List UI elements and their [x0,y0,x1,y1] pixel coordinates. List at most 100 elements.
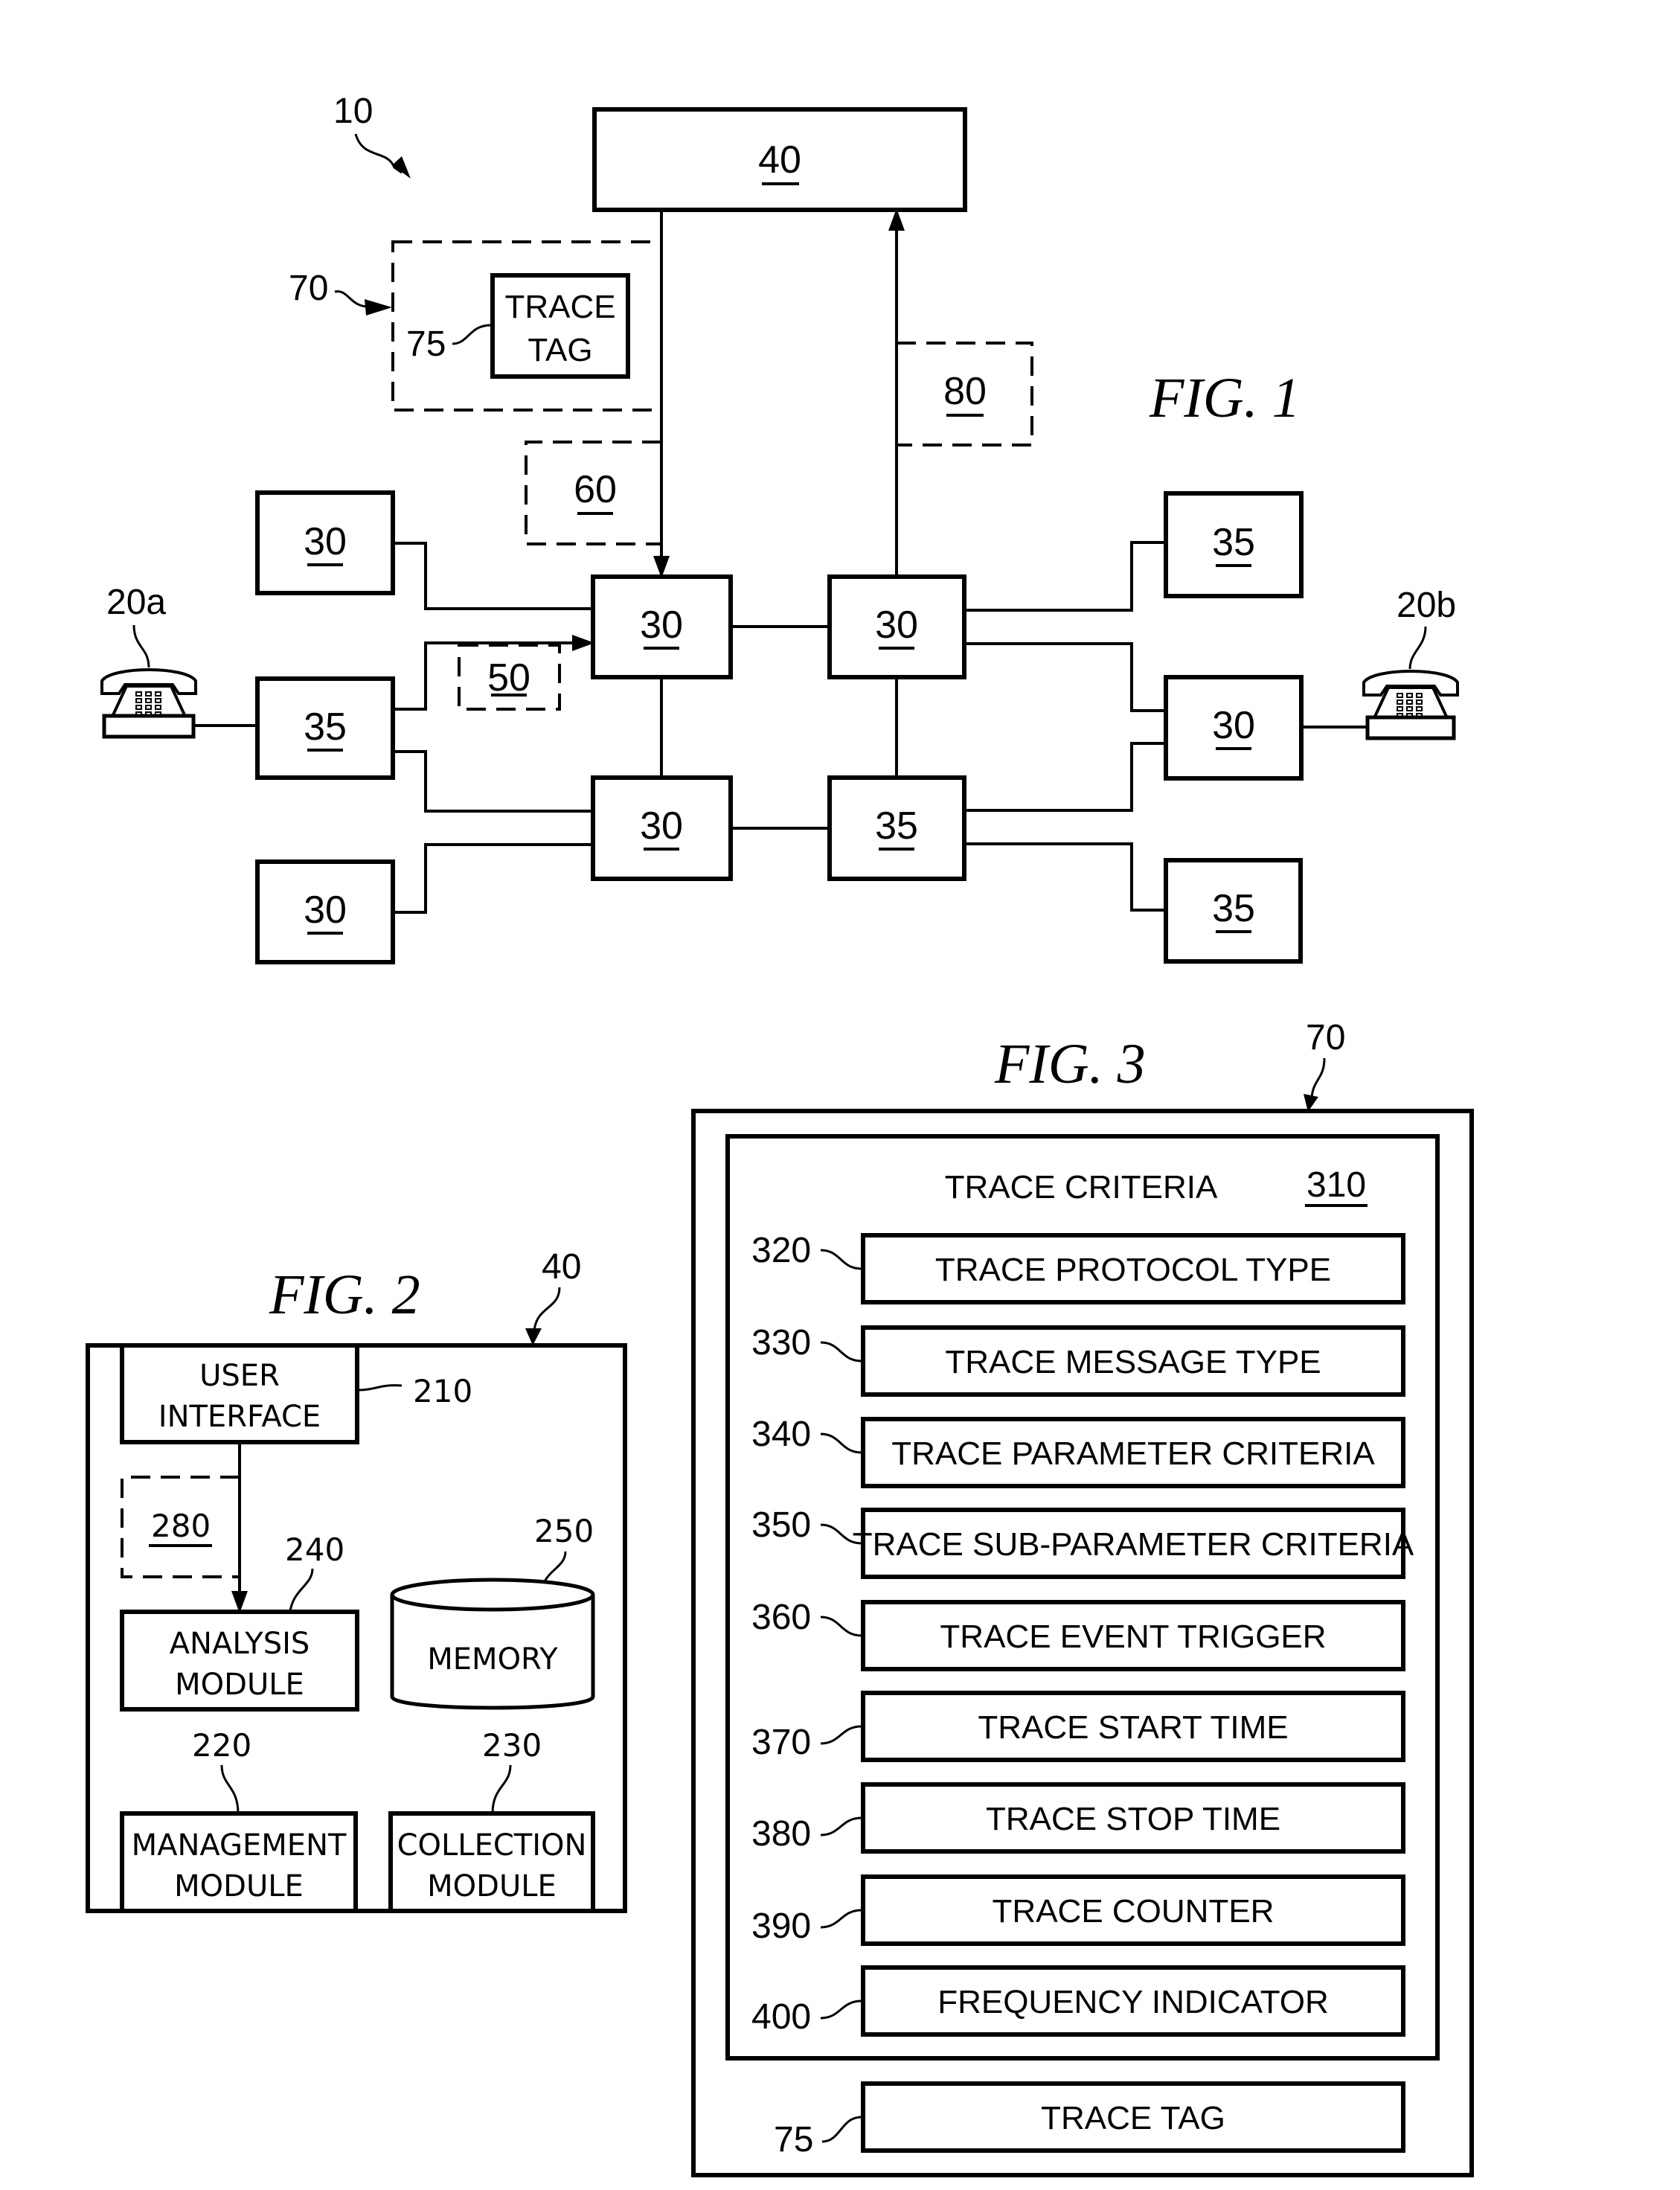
node-far-right-bottom[interactable]: 35 [1164,858,1303,964]
collection-line1: COLLECTION [397,1828,587,1863]
node-left-bottom[interactable]: 30 [255,859,395,964]
trace-tag-ref-label: 75 [406,324,446,364]
trace-criteria-row-ref: 380 [751,1814,811,1854]
phone-a-leader [132,624,150,668]
trace-criteria-row[interactable]: TRACE COUNTER [861,1874,1405,1946]
management-module-box[interactable]: MANAGEMENT MODULE [120,1811,358,1913]
collection-line2: MODULE [427,1869,557,1904]
box-50-label: 50 [487,656,530,699]
trace-criteria-row-label: TRACE MESSAGE TYPE [945,1344,1321,1380]
link-left-mid-lower [393,750,593,813]
analysis-ref: 240 [285,1531,344,1568]
trace-criteria-row[interactable]: TRACE MESSAGE TYPE [861,1325,1405,1397]
trace-criteria-row-label: TRACE STOP TIME [986,1801,1280,1837]
analysis-line1: ANALYSIS [170,1627,310,1661]
telephone-icon[interactable] [100,668,197,739]
system-ref-label: 10 [333,92,373,131]
node-label: 35 [1212,521,1255,564]
memory-label: MEMORY [427,1642,558,1677]
trace-criteria-row[interactable]: TRACE EVENT TRIGGER [861,1600,1405,1671]
trace-group-arrow-icon [365,299,392,316]
trace-criteria-title: TRACE CRITERIA [945,1169,1218,1206]
trace-criteria-row-ref: 400 [751,1997,811,2037]
fig3-ref-leader [1310,1057,1326,1098]
trace-criteria-row-ref: 320 [751,1231,811,1270]
analysis-module-box[interactable]: ANALYSIS MODULE [120,1610,359,1712]
node-far-right-top[interactable]: 35 [1164,491,1304,598]
user-interface-ref: 210 [413,1373,472,1409]
telephone-icon[interactable] [1362,670,1459,740]
trace-criteria-row-label: TRACE START TIME [978,1709,1288,1746]
link-right-bottom-far-bottom [964,842,1166,912]
trace-criteria-row-ref: 390 [751,1906,811,1946]
figure-2: FIG. 2 40 USER INTERFACE 210 280 240 ANA… [86,1247,627,1913]
management-line1: MANAGEMENT [132,1828,347,1863]
link-right-bottom-far-mid [964,742,1166,812]
node-center-top[interactable]: 30 [591,574,733,679]
figure-1: FIG. 1 10 40 70 TRACE TAG 75 60 80 30 35… [100,92,1459,964]
trace-criteria-row[interactable]: TRACE STOP TIME [861,1782,1405,1854]
node-label: 30 [640,603,683,647]
trace-tag-line1: TRACE [504,289,615,325]
trace-criteria-row-label: TRACE COUNTER [993,1893,1275,1930]
collection-ref: 230 [482,1727,542,1764]
figure-3: FIG. 3 70 TRACE CRITERIA 310 TRACE PROTO… [691,1018,1474,2177]
trace-group-leader [334,290,369,308]
management-line2: MODULE [174,1869,304,1904]
fig2-ref-leader [533,1287,561,1333]
node-right-bottom[interactable]: 35 [827,775,966,881]
node-center-bottom[interactable]: 30 [591,775,733,881]
box-40-label: 40 [758,138,801,182]
box-60-label: 60 [574,468,617,511]
trace-criteria-row[interactable]: TRACE SUB-PARAMETER CRITERIA [853,1508,1414,1579]
trace-criteria-row-label: TRACE PARAMETER CRITERIA [891,1435,1375,1472]
trace-criteria-row-ref: 330 [751,1323,811,1363]
node-label: 30 [304,520,347,563]
trace-tag-leader [452,324,492,345]
phone-b-leader [1408,626,1427,670]
trace-criteria-row-label: TRACE SUB-PARAMETER CRITERIA [853,1526,1414,1563]
trace-criteria-row[interactable]: TRACE START TIME [861,1691,1405,1762]
trace-criteria-row[interactable]: TRACE PROTOCOL TYPE [861,1233,1405,1304]
node-label: 35 [1212,887,1255,930]
memory-cylinder-icon[interactable]: MEMORY [390,1578,595,1710]
node-far-right-mid[interactable]: 30 [1164,675,1304,781]
user-interface-line2: INTERFACE [158,1400,321,1434]
trace-criteria-ref: 310 [1307,1165,1366,1205]
trace-criteria-row-label: FREQUENCY INDICATOR [937,1984,1329,2020]
analysis-line2: MODULE [175,1668,304,1702]
trace-tag-row-label: TRACE TAG [1041,2100,1225,2136]
fig3-title: FIG. 3 [994,1033,1146,1095]
link-right-top-far-mid [964,642,1166,712]
trace-criteria-row[interactable]: FREQUENCY INDICATOR [861,1965,1405,2037]
link-left-bottom [393,843,593,914]
node-label: 30 [875,603,918,647]
phone-b-ref-label: 20b [1397,586,1456,625]
trace-tag-line2: TAG [528,332,592,368]
box-80-label: 80 [943,370,987,413]
node-left-mid[interactable]: 35 [255,676,395,780]
memory-ref: 250 [534,1513,594,1549]
node-label: 35 [304,705,347,749]
user-interface-line1: USER [199,1359,280,1393]
node-right-top[interactable]: 30 [827,574,966,679]
trace-tag-row[interactable]: TRACE TAG [861,2081,1405,2153]
trace-criteria-row-ref: 350 [751,1505,811,1545]
trace-criteria-row-ref: 360 [751,1598,811,1637]
node-label: 30 [304,889,347,932]
link-left-top [393,542,593,610]
fig1-title: FIG. 1 [1149,367,1301,429]
fig2-title: FIG. 2 [269,1264,420,1326]
trace-criteria-row-label: TRACE EVENT TRIGGER [940,1619,1326,1655]
node-left-top[interactable]: 30 [255,490,395,595]
node-label: 30 [640,804,683,848]
link-right-top-far-top [964,541,1166,612]
phone-a-ref-label: 20a [106,583,166,622]
collection-module-box[interactable]: COLLECTION MODULE [388,1811,595,1913]
user-interface-box[interactable]: USER INTERFACE [120,1343,359,1444]
fig2-ref-label: 40 [542,1247,581,1287]
node-label: 30 [1212,704,1255,747]
management-ref: 220 [192,1727,251,1764]
trace-criteria-row[interactable]: TRACE PARAMETER CRITERIA [861,1417,1405,1488]
fig2-ref-arrow-icon [525,1328,542,1345]
